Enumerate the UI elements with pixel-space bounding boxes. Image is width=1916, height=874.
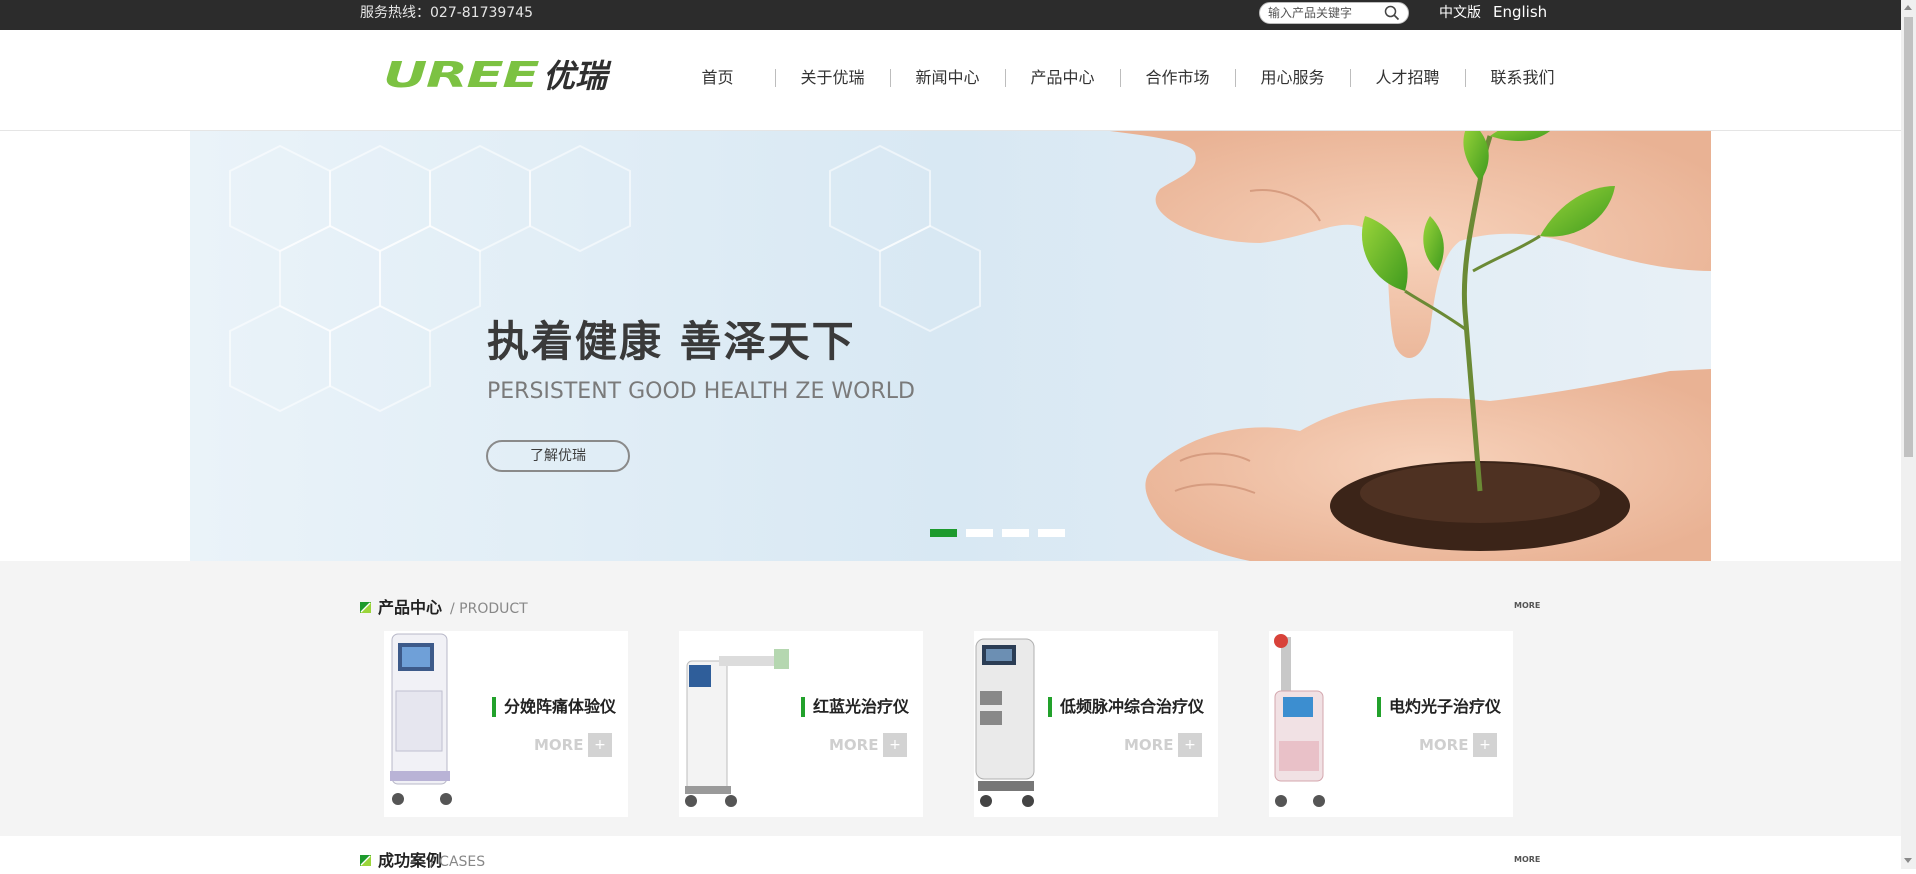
slide-dot[interactable] — [966, 529, 993, 537]
search-input[interactable] — [1268, 5, 1380, 21]
site-header: UREE 优瑞 首页 关于优瑞 新闻中心 产品中心 合作市场 用心服务 人才招聘 联系我们 — [0, 30, 1916, 131]
nav-divider — [1120, 69, 1121, 87]
hero-banner: 执着健康 善泽天下 PERSISTENT GOOD HEALTH ZE WORL… — [190, 131, 1711, 561]
nav-divider — [775, 69, 776, 87]
nav-item[interactable]: 产品中心 — [1005, 66, 1120, 90]
page-scrollbar[interactable] — [1901, 0, 1916, 869]
scrollbar-thumb[interactable] — [1904, 17, 1913, 457]
product-card[interactable]: 分娩阵痛体验仪 MORE + — [384, 631, 628, 817]
banner-slogan-english: PERSISTENT GOOD HEALTH ZE WORLD — [487, 379, 915, 404]
product-more-link[interactable]: MORE — [1419, 735, 1468, 755]
search-box[interactable] — [1259, 2, 1409, 24]
product-section: 产品中心 / PRODUCT MORE 分娩阵痛体验仪 MORE + 红蓝光治疗仪 MO… — [0, 561, 1916, 836]
scroll-down-arrow-icon[interactable] — [1904, 858, 1912, 863]
scroll-up-arrow-icon[interactable] — [1904, 5, 1912, 10]
product-more-link[interactable]: MORE — [829, 735, 878, 755]
product-more-link[interactable]: MORE — [534, 735, 583, 755]
nav-item[interactable]: 首页 — [660, 66, 775, 90]
nav-item[interactable]: 合作市场 — [1120, 66, 1235, 90]
nav-divider — [1465, 69, 1466, 87]
plus-icon[interactable]: + — [1473, 733, 1497, 757]
product-card[interactable]: 电灼光子治疗仪 MORE + — [1269, 631, 1513, 817]
section-marker-icon — [360, 855, 371, 866]
nav-item[interactable]: 人才招聘 — [1350, 66, 1465, 90]
plus-icon[interactable]: + — [1178, 733, 1202, 757]
lang-chinese-link[interactable]: 中文版 — [1439, 4, 1481, 22]
nav-divider — [1005, 69, 1006, 87]
product-name[interactable]: 红蓝光治疗仪 — [801, 697, 909, 717]
product-image[interactable] — [974, 631, 1084, 817]
product-image[interactable] — [679, 631, 789, 817]
svg-text:UREE: UREE — [383, 58, 540, 94]
product-name[interactable]: 分娩阵痛体验仪 — [492, 697, 616, 717]
slide-dot[interactable] — [930, 529, 957, 537]
section-subtitle: / CASES — [430, 854, 486, 870]
section-marker-icon — [360, 602, 371, 613]
product-image[interactable] — [384, 631, 494, 817]
slide-dot[interactable] — [1038, 529, 1065, 537]
nav-item[interactable]: 新闻中心 — [890, 66, 1005, 90]
banner-slogan-chinese: 执着健康 善泽天下 — [487, 317, 856, 366]
nav-item[interactable]: 关于优瑞 — [775, 66, 890, 90]
svg-text:优瑞: 优瑞 — [543, 58, 612, 94]
product-image[interactable] — [1269, 631, 1379, 817]
nav-item[interactable]: 用心服务 — [1235, 66, 1350, 90]
banner-background-image — [190, 131, 1711, 561]
cases-more-link[interactable]: MORE — [1514, 855, 1540, 864]
nav-divider — [890, 69, 891, 87]
product-card[interactable]: 低频脉冲综合治疗仪 MORE + — [974, 631, 1218, 817]
service-hotline: 服务热线：027-81739745 — [360, 5, 534, 21]
plus-icon[interactable]: + — [883, 733, 907, 757]
product-card[interactable]: 红蓝光治疗仪 MORE + — [679, 631, 923, 817]
product-name[interactable]: 低频脉冲综合治疗仪 — [1048, 697, 1204, 717]
plus-icon[interactable]: + — [588, 733, 612, 757]
section-title: 产品中心 — [378, 598, 443, 617]
product-more-link[interactable]: MORE — [1124, 735, 1173, 755]
nav-divider — [1350, 69, 1351, 87]
search-icon[interactable] — [1384, 5, 1400, 21]
lang-english-link[interactable]: English — [1493, 3, 1547, 21]
product-name[interactable]: 电灼光子治疗仪 — [1377, 697, 1501, 717]
nav-divider — [1235, 69, 1236, 87]
slide-dot[interactable] — [1002, 529, 1029, 537]
product-more-link[interactable]: MORE — [1514, 601, 1540, 610]
uree-logo[interactable]: UREE 优瑞 — [383, 58, 628, 94]
learn-about-button[interactable]: 了解优瑞 — [486, 440, 630, 472]
section-subtitle: / PRODUCT — [450, 601, 528, 617]
nav-item[interactable]: 联系我们 — [1465, 66, 1580, 90]
top-bar: 服务热线：027-81739745 中文版 English — [0, 0, 1916, 30]
